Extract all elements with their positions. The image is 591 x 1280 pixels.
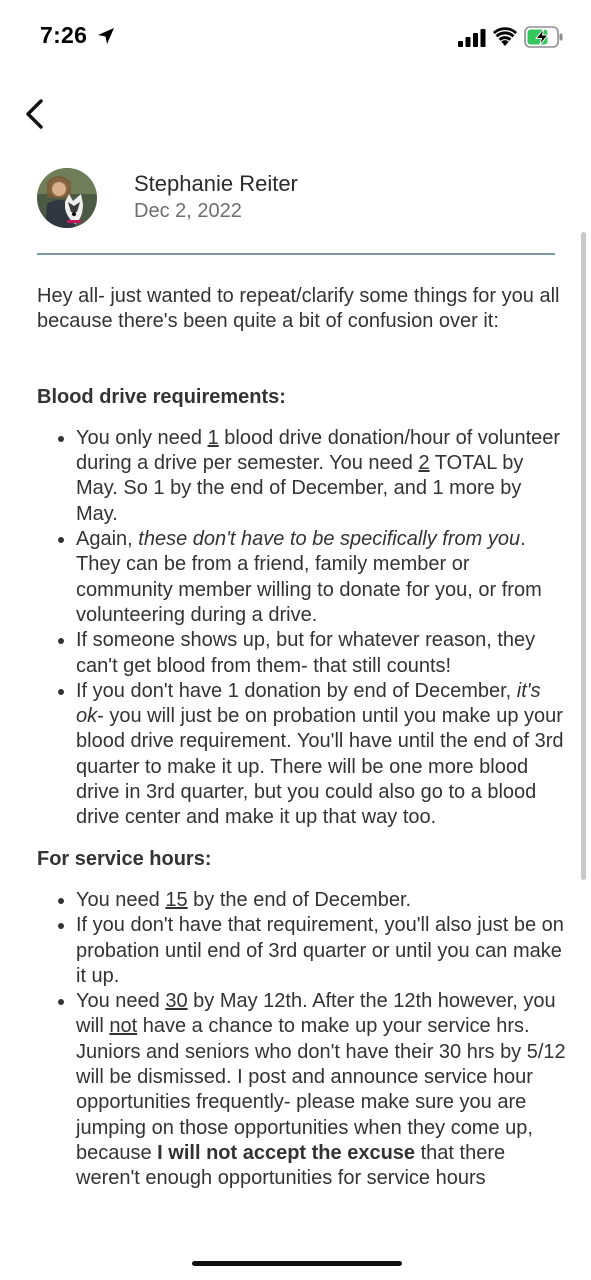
pen-strikethrough-mark (192, 1261, 402, 1266)
list-item: If someone shows up, but for whatever re… (76, 628, 567, 679)
cellular-signal-icon (458, 29, 486, 47)
blood-drive-heading: Blood drive requirements: (37, 385, 286, 408)
list-item: Again, these don't have to be specifical… (76, 527, 567, 628)
list-item: If you don't have 1 donation by end of D… (76, 679, 567, 831)
post-body: Hey all- just wanted to repeat/clarify s… (37, 284, 567, 1208)
battery-charging-icon (524, 26, 563, 48)
scrollbar[interactable] (581, 232, 586, 880)
service-hours-list: You need 15 by the end of December. If y… (37, 888, 567, 1192)
location-arrow-icon (98, 28, 114, 44)
wifi-icon (493, 27, 517, 46)
back-button[interactable] (18, 92, 54, 136)
list-item: If you don't have that requirement, you'… (76, 913, 567, 989)
list-item: You need 30 by May 12th. After the 12th … (76, 989, 567, 1191)
list-item: You need 15 by the end of December. (76, 888, 567, 913)
list-item: You only need 1 blood drive donation/hou… (76, 426, 567, 527)
status-time: 7:26 (40, 22, 88, 48)
header-divider (37, 253, 555, 255)
avatar[interactable] (37, 168, 97, 228)
avatar-image (37, 168, 97, 228)
blood-drive-list: You only need 1 blood drive donation/hou… (37, 426, 567, 831)
status-bar: 7:26 (0, 0, 591, 70)
service-hours-heading: For service hours: (37, 847, 212, 870)
post-date: Dec 2, 2022 (134, 200, 242, 222)
post-intro: Hey all- just wanted to repeat/clarify s… (37, 285, 560, 333)
chevron-left-icon (26, 99, 43, 129)
author-name[interactable]: Stephanie Reiter (134, 171, 298, 197)
